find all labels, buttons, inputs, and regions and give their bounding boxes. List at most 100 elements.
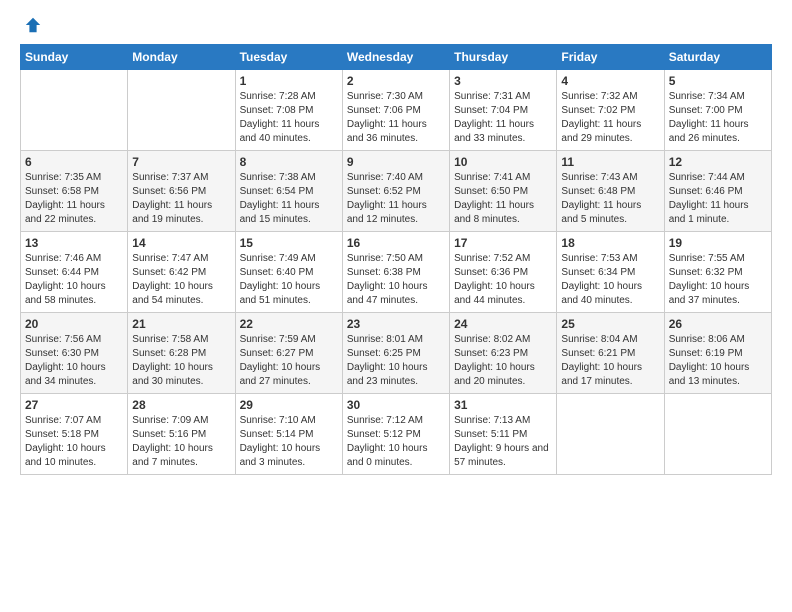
day-info: Sunrise: 7:30 AM Sunset: 7:06 PM Dayligh…: [347, 90, 445, 146]
calendar-cell: 4Sunrise: 7:32 AM Sunset: 7:02 PM Daylig…: [557, 70, 664, 151]
day-info: Sunrise: 8:04 AM Sunset: 6:21 PM Dayligh…: [561, 333, 659, 389]
day-info: Sunrise: 7:35 AM Sunset: 6:58 PM Dayligh…: [25, 171, 123, 227]
day-number: 17: [454, 236, 552, 250]
calendar-cell: [21, 70, 128, 151]
calendar-cell: 13 Sunrise: 7:46 AM Sunset: 6:44 PM Dayli…: [21, 232, 128, 313]
week-row-5: 27 Sunrise: 7:07 AM Sunset: 5:18 PM Dayli…: [21, 394, 772, 475]
day-number: 20: [25, 317, 123, 331]
day-number: 30: [347, 398, 445, 412]
day-info: Sunrise: 7:55 AM Sunset: 6:32 PM Dayligh…: [669, 252, 767, 308]
day-info: Sunrise: 7:44 AM Sunset: 6:46 PM Dayligh…: [669, 171, 767, 227]
day-number: 8: [240, 155, 338, 169]
day-info: Sunrise: 7:58 AM Sunset: 6:28 PM Dayligh…: [132, 333, 230, 389]
day-info: Sunrise: 8:06 AM Sunset: 6:19 PM Dayligh…: [669, 333, 767, 389]
day-info: Sunrise: 7:07 AM Sunset: 5:18 PM Dayligh…: [25, 414, 123, 470]
week-row-3: 13 Sunrise: 7:46 AM Sunset: 6:44 PM Dayli…: [21, 232, 772, 313]
day-number: 15: [240, 236, 338, 250]
day-number: 27: [25, 398, 123, 412]
day-number: 19: [669, 236, 767, 250]
weekday-header-wednesday: Wednesday: [342, 45, 449, 70]
week-row-1: 1Sunrise: 7:28 AM Sunset: 7:08 PM Daylig…: [21, 70, 772, 151]
weekday-header-monday: Monday: [128, 45, 235, 70]
calendar-cell: 17 Sunrise: 7:52 AM Sunset: 6:36 PM Dayli…: [450, 232, 557, 313]
day-number: 3: [454, 74, 552, 88]
day-number: 6: [25, 155, 123, 169]
calendar-cell: 9 Sunrise: 7:40 AM Sunset: 6:52 PM Daylig…: [342, 151, 449, 232]
day-info: Sunrise: 7:37 AM Sunset: 6:56 PM Dayligh…: [132, 171, 230, 227]
day-number: 22: [240, 317, 338, 331]
day-info: Sunrise: 7:31 AM Sunset: 7:04 PM Dayligh…: [454, 90, 552, 146]
day-info: Sunrise: 7:56 AM Sunset: 6:30 PM Dayligh…: [25, 333, 123, 389]
calendar-cell: 28 Sunrise: 7:09 AM Sunset: 5:16 PM Dayli…: [128, 394, 235, 475]
day-number: 11: [561, 155, 659, 169]
calendar-cell: 15 Sunrise: 7:49 AM Sunset: 6:40 PM Dayli…: [235, 232, 342, 313]
calendar-cell: 1Sunrise: 7:28 AM Sunset: 7:08 PM Daylig…: [235, 70, 342, 151]
day-number: 23: [347, 317, 445, 331]
day-info: Sunrise: 7:53 AM Sunset: 6:34 PM Dayligh…: [561, 252, 659, 308]
day-info: Sunrise: 7:49 AM Sunset: 6:40 PM Dayligh…: [240, 252, 338, 308]
day-number: 26: [669, 317, 767, 331]
day-info: Sunrise: 7:59 AM Sunset: 6:27 PM Dayligh…: [240, 333, 338, 389]
day-info: Sunrise: 7:46 AM Sunset: 6:44 PM Dayligh…: [25, 252, 123, 308]
day-number: 10: [454, 155, 552, 169]
day-number: 16: [347, 236, 445, 250]
day-info: Sunrise: 8:01 AM Sunset: 6:25 PM Dayligh…: [347, 333, 445, 389]
day-number: 9: [347, 155, 445, 169]
weekday-header-saturday: Saturday: [664, 45, 771, 70]
day-number: 31: [454, 398, 552, 412]
weekday-header-sunday: Sunday: [21, 45, 128, 70]
logo: [20, 16, 42, 34]
weekday-header-row: SundayMondayTuesdayWednesdayThursdayFrid…: [21, 45, 772, 70]
calendar-cell: 29Sunrise: 7:10 AM Sunset: 5:14 PM Dayli…: [235, 394, 342, 475]
calendar-cell: 5 Sunrise: 7:34 AM Sunset: 7:00 PM Daylig…: [664, 70, 771, 151]
day-info: Sunrise: 7:34 AM Sunset: 7:00 PM Dayligh…: [669, 90, 767, 146]
calendar-cell: 6 Sunrise: 7:35 AM Sunset: 6:58 PM Daylig…: [21, 151, 128, 232]
logo-text: [20, 16, 42, 34]
day-number: 25: [561, 317, 659, 331]
calendar-cell: 23 Sunrise: 8:01 AM Sunset: 6:25 PM Dayli…: [342, 313, 449, 394]
calendar-cell: 8 Sunrise: 7:38 AM Sunset: 6:54 PM Daylig…: [235, 151, 342, 232]
day-info: Sunrise: 7:12 AM Sunset: 5:12 PM Dayligh…: [347, 414, 445, 470]
day-number: 5: [669, 74, 767, 88]
day-number: 2: [347, 74, 445, 88]
day-number: 18: [561, 236, 659, 250]
week-row-2: 6 Sunrise: 7:35 AM Sunset: 6:58 PM Daylig…: [21, 151, 772, 232]
calendar-cell: 10 Sunrise: 7:41 AM Sunset: 6:50 PM Dayli…: [450, 151, 557, 232]
day-info: Sunrise: 7:09 AM Sunset: 5:16 PM Dayligh…: [132, 414, 230, 470]
calendar-cell: 19 Sunrise: 7:55 AM Sunset: 6:32 PM Dayli…: [664, 232, 771, 313]
day-info: Sunrise: 7:41 AM Sunset: 6:50 PM Dayligh…: [454, 171, 552, 227]
day-number: 29: [240, 398, 338, 412]
calendar-cell: 22 Sunrise: 7:59 AM Sunset: 6:27 PM Dayli…: [235, 313, 342, 394]
day-number: 13: [25, 236, 123, 250]
header: [20, 16, 772, 34]
calendar-cell: 12Sunrise: 7:44 AM Sunset: 6:46 PM Dayli…: [664, 151, 771, 232]
week-row-4: 20 Sunrise: 7:56 AM Sunset: 6:30 PM Dayli…: [21, 313, 772, 394]
calendar-cell: [557, 394, 664, 475]
calendar-cell: 25 Sunrise: 8:04 AM Sunset: 6:21 PM Dayli…: [557, 313, 664, 394]
day-info: Sunrise: 7:38 AM Sunset: 6:54 PM Dayligh…: [240, 171, 338, 227]
calendar-cell: [128, 70, 235, 151]
day-number: 1: [240, 74, 338, 88]
calendar-cell: 14Sunrise: 7:47 AM Sunset: 6:42 PM Dayli…: [128, 232, 235, 313]
weekday-header-tuesday: Tuesday: [235, 45, 342, 70]
day-info: Sunrise: 7:50 AM Sunset: 6:38 PM Dayligh…: [347, 252, 445, 308]
day-number: 28: [132, 398, 230, 412]
day-info: Sunrise: 7:52 AM Sunset: 6:36 PM Dayligh…: [454, 252, 552, 308]
calendar-cell: 7Sunrise: 7:37 AM Sunset: 6:56 PM Daylig…: [128, 151, 235, 232]
day-info: Sunrise: 7:40 AM Sunset: 6:52 PM Dayligh…: [347, 171, 445, 227]
calendar-cell: 24Sunrise: 8:02 AM Sunset: 6:23 PM Dayli…: [450, 313, 557, 394]
calendar-cell: [664, 394, 771, 475]
day-info: Sunrise: 8:02 AM Sunset: 6:23 PM Dayligh…: [454, 333, 552, 389]
calendar-cell: 16 Sunrise: 7:50 AM Sunset: 6:38 PM Dayli…: [342, 232, 449, 313]
calendar-cell: 27 Sunrise: 7:07 AM Sunset: 5:18 PM Dayli…: [21, 394, 128, 475]
calendar-cell: 20 Sunrise: 7:56 AM Sunset: 6:30 PM Dayli…: [21, 313, 128, 394]
day-info: Sunrise: 7:43 AM Sunset: 6:48 PM Dayligh…: [561, 171, 659, 227]
day-number: 4: [561, 74, 659, 88]
day-number: 21: [132, 317, 230, 331]
day-info: Sunrise: 7:13 AM Sunset: 5:11 PM Dayligh…: [454, 414, 552, 470]
weekday-header-thursday: Thursday: [450, 45, 557, 70]
calendar-cell: 3 Sunrise: 7:31 AM Sunset: 7:04 PM Daylig…: [450, 70, 557, 151]
calendar-cell: 30 Sunrise: 7:12 AM Sunset: 5:12 PM Dayli…: [342, 394, 449, 475]
day-number: 14: [132, 236, 230, 250]
calendar-cell: 26 Sunrise: 8:06 AM Sunset: 6:19 PM Dayli…: [664, 313, 771, 394]
